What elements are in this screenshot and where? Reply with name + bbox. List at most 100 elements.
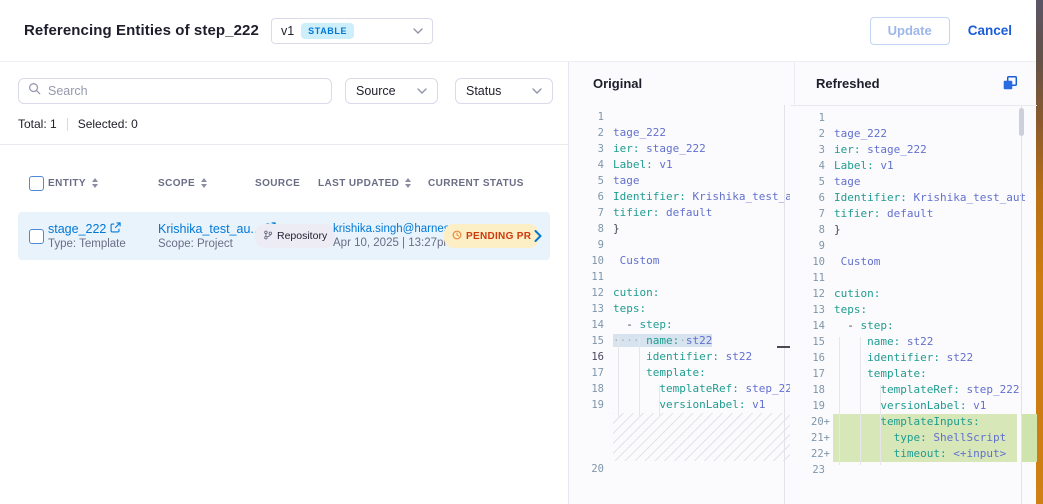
code-text: template:	[613, 365, 706, 381]
line-number: 11	[790, 270, 830, 286]
code-text: - step:	[613, 317, 673, 333]
version-select[interactable]: v1 STABLE	[271, 18, 433, 44]
code-text: versionLabel: v1	[613, 397, 765, 413]
code-line: 18 templateRef: step_222	[569, 381, 790, 397]
chevron-right-icon[interactable]	[525, 230, 550, 242]
divider	[0, 144, 568, 145]
status-filter-select[interactable]: Status	[455, 78, 553, 104]
totals-row: Total: 1 Selected: 0	[18, 117, 568, 131]
select-all-checkbox[interactable]	[29, 176, 44, 191]
code-text: ier: stage_222	[834, 142, 927, 158]
line-number: 8	[790, 222, 830, 238]
diff-change-marker	[777, 346, 790, 348]
copy-icon[interactable]	[1002, 75, 1018, 91]
column-header-scope[interactable]: SCOPE	[158, 178, 255, 189]
clock-icon	[452, 227, 462, 245]
code-line: 11	[790, 270, 1037, 286]
line-number: 7	[790, 206, 830, 222]
row-checkbox[interactable]	[29, 229, 44, 244]
line-number: 2	[790, 126, 830, 142]
table-row[interactable]: stage_222 Type: Template Krishika_test_a…	[18, 212, 550, 260]
code-text: templateInputs:	[834, 414, 980, 430]
sort-icon[interactable]	[201, 178, 207, 188]
code-line: 8}	[569, 221, 790, 237]
code-line: 2tage_222	[790, 126, 1037, 142]
code-text: tage_222	[613, 125, 666, 141]
line-number: 7	[569, 205, 609, 221]
line-number: 1	[790, 110, 830, 126]
code-line: 14 - step:	[569, 317, 790, 333]
code-text: cution:	[613, 285, 659, 301]
source-filter-label: Source	[356, 84, 396, 98]
code-line: 20+ templateInputs:	[790, 414, 1037, 430]
search-input[interactable]: Search	[18, 78, 332, 104]
scope-cell: Krishika_test_au... Scope: Project	[158, 222, 255, 250]
code-text: Label: v1	[613, 157, 673, 173]
line-number: 2	[569, 125, 609, 141]
code-line: 5tage	[790, 174, 1037, 190]
updated-by-link[interactable]: krishika.singh@harnes...	[333, 223, 428, 235]
deleted-lines-placeholder	[613, 413, 790, 461]
page-title: Referencing Entities of step_222	[24, 22, 259, 39]
line-number: 9	[790, 238, 830, 254]
code-line: 20	[569, 461, 790, 477]
code-text: template:	[834, 366, 927, 382]
code-text: ···· name:·st22	[613, 333, 712, 349]
indent-guide	[860, 337, 861, 465]
scope-link[interactable]: Krishika_test_au...	[158, 222, 255, 236]
chevron-down-icon	[532, 88, 542, 94]
code-line: 5tage	[569, 173, 790, 189]
total-count: Total: 1	[18, 117, 57, 131]
scrollbar-thumb[interactable]	[1019, 108, 1024, 136]
drawer: Referencing Entities of step_222 v1 STAB…	[0, 0, 1036, 504]
source-filter-select[interactable]: Source	[345, 78, 438, 104]
column-header-current-status: CURRENT STATUS	[428, 178, 525, 189]
table-header: ENTITY SCOPE SOURCE LAST UPDATED CURRENT…	[18, 161, 550, 205]
diff-viewer: Original Refreshed 12tage_2223ier: stage…	[568, 62, 1036, 504]
line-number: 11	[569, 269, 609, 285]
line-number: 10	[569, 253, 609, 269]
code-line: 9	[790, 238, 1037, 254]
code-text: ier: stage_222	[613, 141, 706, 157]
original-code: 12tage_2223ier: stage_2224Label: v15tage…	[569, 109, 790, 477]
column-header-entity[interactable]: ENTITY	[48, 178, 158, 189]
divider	[67, 118, 68, 131]
selected-count: Selected: 0	[78, 117, 138, 131]
code-line: 3ier: stage_222	[790, 142, 1037, 158]
updated-at: Apr 10, 2025 | 13:27pm	[333, 237, 428, 249]
code-line: 23	[790, 462, 1037, 478]
code-line: 16 identifier: st22	[569, 349, 790, 365]
external-link-icon[interactable]	[110, 222, 121, 236]
code-line: 4Label: v1	[569, 157, 790, 173]
line-number: 15	[790, 334, 830, 350]
line-number: 18	[790, 382, 830, 398]
code-text: identifier: st22	[613, 349, 752, 365]
indent-guide	[618, 337, 619, 417]
indent-guide	[659, 385, 660, 417]
code-line: 16 identifier: st22	[790, 350, 1037, 366]
line-number: 4	[569, 157, 609, 173]
line-number: 12	[569, 285, 609, 301]
update-button[interactable]: Update	[870, 17, 950, 45]
code-line: 21+ type: ShellScript	[790, 430, 1037, 446]
line-number: 17	[569, 365, 609, 381]
cancel-button[interactable]: Cancel	[968, 23, 1012, 38]
code-line: 6Identifier: Krishika_test_aut	[569, 189, 790, 205]
code-line: 12cution:	[790, 286, 1037, 302]
refreshed-code-editor[interactable]: 12tage_2223ier: stage_2224Label: v15tage…	[790, 105, 1037, 504]
line-number: 20	[569, 461, 609, 477]
code-text: Identifier: Krishika_test_aut	[834, 190, 1026, 206]
entity-type: Type: Template	[48, 238, 158, 250]
sort-icon[interactable]	[405, 178, 411, 188]
line-number: 17	[790, 366, 830, 382]
divider	[794, 62, 795, 105]
code-text: tifier: default	[613, 205, 712, 221]
sort-icon[interactable]	[92, 178, 98, 188]
original-code-editor[interactable]: 12tage_2223ier: stage_2224Label: v15tage…	[569, 105, 790, 504]
line-number: 14	[790, 318, 830, 334]
entity-link[interactable]: stage_222	[48, 222, 158, 236]
code-text: versionLabel: v1	[834, 398, 986, 414]
entities-section: Search Source Status Total: 1	[0, 62, 568, 504]
column-header-last-updated[interactable]: LAST UPDATED	[318, 178, 428, 189]
indent-guide	[639, 337, 640, 417]
